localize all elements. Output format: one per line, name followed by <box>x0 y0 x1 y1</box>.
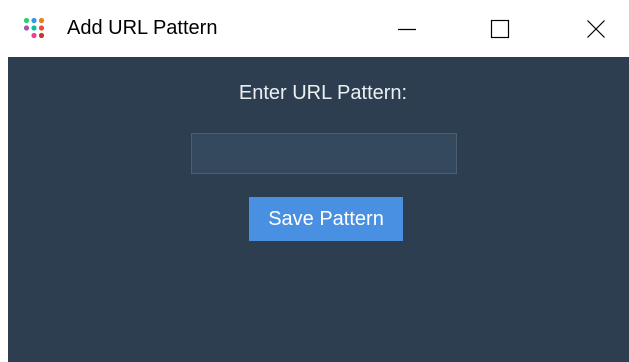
minimize-button[interactable] <box>384 0 430 57</box>
maximize-button[interactable] <box>477 0 523 57</box>
save-pattern-button[interactable]: Save Pattern <box>249 197 403 241</box>
url-pattern-input[interactable] <box>191 133 457 174</box>
minimize-icon <box>398 28 416 30</box>
close-button[interactable] <box>573 0 619 57</box>
enter-url-pattern-label: Enter URL Pattern: <box>238 82 408 104</box>
window-title: Add URL Pattern <box>67 17 218 39</box>
close-icon <box>587 19 605 38</box>
maximize-icon <box>490 19 510 38</box>
add-url-pattern-window: Add URL Pattern Enter URL Pattern: Save … <box>0 0 629 362</box>
title-bar[interactable]: Add URL Pattern <box>0 0 629 57</box>
app-icon <box>23 17 45 39</box>
dialog-body: Enter URL Pattern: Save Pattern <box>8 57 629 362</box>
